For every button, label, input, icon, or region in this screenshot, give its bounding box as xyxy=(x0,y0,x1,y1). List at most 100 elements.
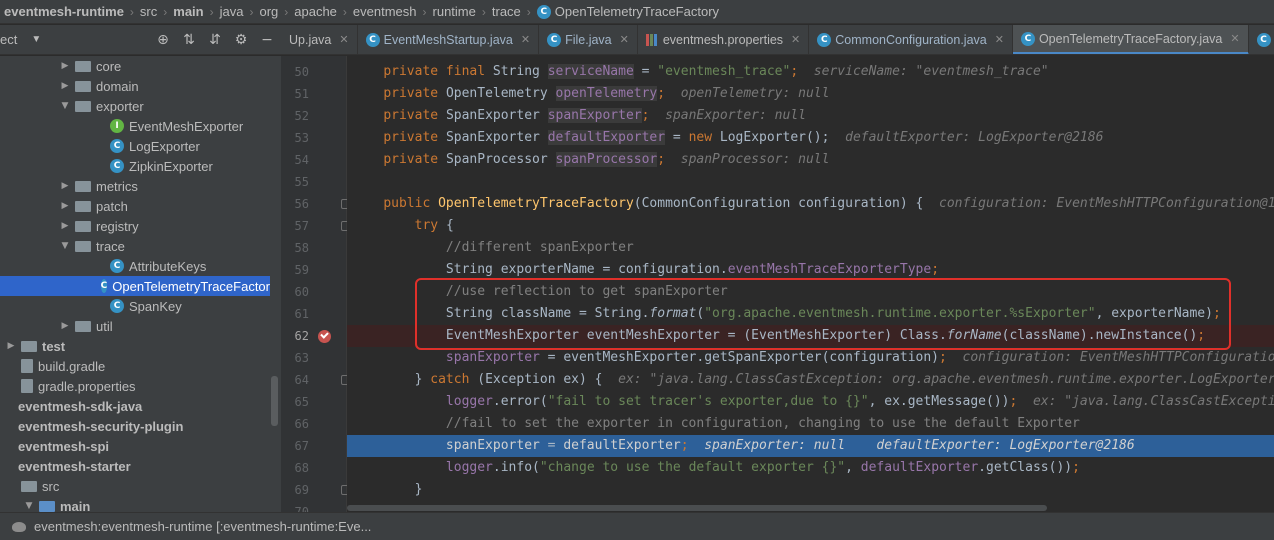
editor-tab[interactable]: eventmesh.properties ✕ xyxy=(638,25,810,54)
editor-tab[interactable]: C OpenTelemetryTraceFactory.java ✕ xyxy=(1012,25,1249,54)
chevron-right-icon[interactable]: ▶ xyxy=(58,81,72,91)
chevron-down-icon[interactable]: ▼ xyxy=(58,101,72,111)
code-token: logger xyxy=(445,460,493,475)
code-line[interactable]: public OpenTelemetryTraceFactory(CommonC… xyxy=(347,193,1274,215)
breadcrumb-item[interactable]: java xyxy=(220,4,244,19)
tree-item[interactable]: eventmesh-security-plugin xyxy=(0,416,270,436)
code-line[interactable]: private SpanProcessor spanProcessor; spa… xyxy=(347,149,1274,171)
code-token: spanExporter xyxy=(547,108,642,123)
chevron-right-icon[interactable]: ▶ xyxy=(58,221,72,231)
tree-item[interactable]: ▼ trace xyxy=(0,236,270,256)
code-token: try xyxy=(414,218,446,233)
source-folder-icon xyxy=(39,500,55,512)
tab-label: EventMeshStartup.java xyxy=(383,32,513,47)
expand-all-icon[interactable]: ⇅ xyxy=(181,32,197,48)
code-line[interactable]: //fail to set the exporter in configurat… xyxy=(347,413,1274,435)
editor-tab[interactable]: Up.java ✕ xyxy=(281,25,358,54)
tree-item[interactable]: eventmesh-spi xyxy=(0,436,270,456)
tree-item[interactable]: src xyxy=(0,476,270,496)
breadcrumb-item[interactable]: OpenTelemetryTraceFactory xyxy=(555,4,719,19)
chevron-right-icon[interactable]: ▶ xyxy=(58,61,72,71)
chevron-down-icon[interactable]: ▼ xyxy=(58,241,72,251)
tree-item[interactable]: ▶ registry xyxy=(0,216,270,236)
tree-item[interactable]: ▶ test xyxy=(0,336,270,356)
breadcrumb-separator: › xyxy=(342,4,347,19)
close-icon[interactable]: ✕ xyxy=(339,33,348,46)
tree-item[interactable]: C AttributeKeys xyxy=(0,256,270,276)
gradle-icon xyxy=(12,521,26,532)
code-line[interactable]: } xyxy=(347,479,1274,501)
breadcrumb-item[interactable]: main xyxy=(173,4,203,19)
code-token: defaultExporter xyxy=(547,130,666,145)
breadcrumb-item[interactable]: runtime xyxy=(433,4,476,19)
breadcrumb-item[interactable]: org xyxy=(259,4,278,19)
tab-label: Up.java xyxy=(289,32,332,47)
chevron-down-icon[interactable]: ▼ xyxy=(31,34,41,45)
code-token: new xyxy=(688,130,720,145)
chevron-right-icon[interactable]: ▶ xyxy=(58,321,72,331)
code-line[interactable]: } catch (Exception ex) { ex: "java.lang.… xyxy=(347,369,1274,391)
tree-scrollbar[interactable] xyxy=(271,376,278,426)
chevron-right-icon[interactable]: ▶ xyxy=(58,181,72,191)
editor-tab[interactable]: C CommonConfiguration.java ✕ xyxy=(809,25,1013,54)
tree-item[interactable]: C ZipkinExporter xyxy=(0,156,270,176)
tree-item-label: trace xyxy=(96,238,125,254)
gear-icon[interactable]: ⚙ xyxy=(233,32,249,48)
project-view-selector[interactable]: ect xyxy=(0,32,17,47)
tree-item[interactable]: ▶ util xyxy=(0,316,270,336)
locate-icon[interactable]: ⊕ xyxy=(155,32,171,48)
code-line[interactable]: //different spanExporter xyxy=(347,237,1274,259)
code-line[interactable]: logger.info("change to use the default e… xyxy=(347,457,1274,479)
tree-item[interactable]: ▼ exporter xyxy=(0,96,270,116)
code-line[interactable] xyxy=(347,171,1274,193)
breadcrumb-item[interactable]: eventmesh xyxy=(353,4,417,19)
editor-tab[interactable]: CLogExporter.ja xyxy=(1249,25,1274,54)
code-line[interactable]: private final String serviceName = "even… xyxy=(347,61,1274,83)
tree-item[interactable]: gradle.properties xyxy=(0,376,270,396)
code-line[interactable]: logger.error("fail to set tracer's expor… xyxy=(347,391,1274,413)
tree-item[interactable]: C SpanKey xyxy=(0,296,270,316)
code-token: } xyxy=(414,372,431,387)
breadcrumb-item[interactable]: apache xyxy=(294,4,337,19)
breadcrumb-item[interactable]: trace xyxy=(492,4,521,19)
collapse-all-icon[interactable]: ⇵ xyxy=(207,32,223,48)
tree-item[interactable]: eventmesh-sdk-java xyxy=(0,396,270,416)
breadcrumb-item[interactable]: eventmesh-runtime xyxy=(4,4,124,19)
close-icon[interactable]: ✕ xyxy=(995,33,1004,46)
hide-panel-icon[interactable]: − xyxy=(259,32,275,48)
chevron-right-icon[interactable]: ▶ xyxy=(4,341,18,351)
chevron-down-icon[interactable]: ▼ xyxy=(22,501,36,511)
editor-tab[interactable]: C EventMeshStartup.java ✕ xyxy=(358,25,540,54)
close-icon[interactable]: ✕ xyxy=(791,33,800,46)
tree-item[interactable]: ▶ metrics xyxy=(0,176,270,196)
close-icon[interactable]: ✕ xyxy=(620,33,629,46)
code-line[interactable]: private OpenTelemetry openTelemetry; ope… xyxy=(347,83,1274,105)
close-icon[interactable]: ✕ xyxy=(521,33,530,46)
code-line[interactable]: spanExporter = defaultExporter; spanExpo… xyxy=(347,435,1274,457)
editor-tab[interactable]: C File.java ✕ xyxy=(539,25,638,54)
close-icon[interactable]: ✕ xyxy=(1230,32,1239,45)
tree-item[interactable]: ▶ domain xyxy=(0,76,270,96)
code-line[interactable]: private SpanExporter spanExporter; spanE… xyxy=(347,105,1274,127)
code-token: //fail to set the exporter in configurat… xyxy=(445,416,1080,431)
tree-item[interactable]: ▶ core xyxy=(0,56,270,76)
tree-item[interactable]: I EventMeshExporter xyxy=(0,116,270,136)
tree-item[interactable]: build.gradle xyxy=(0,356,270,376)
breadcrumb-item[interactable]: src xyxy=(140,4,157,19)
code-line[interactable]: spanExporter = eventMeshExporter.getSpan… xyxy=(347,347,1274,369)
code-line[interactable]: private SpanExporter defaultExporter = n… xyxy=(347,127,1274,149)
tree-item[interactable]: eventmesh-starter xyxy=(0,456,270,476)
code-line[interactable]: try { xyxy=(347,215,1274,237)
tree-item[interactable]: ▼ main xyxy=(0,496,270,513)
status-text[interactable]: eventmesh:eventmesh-runtime [:eventmesh-… xyxy=(34,519,371,534)
tree-item[interactable]: C OpenTelemetryTraceFactor xyxy=(0,276,270,296)
editor-horizontal-scrollbar[interactable] xyxy=(347,505,1047,511)
tree-item[interactable]: ▶ patch xyxy=(0,196,270,216)
breakpoint-icon[interactable] xyxy=(318,330,331,343)
tree-item[interactable]: C LogExporter xyxy=(0,136,270,156)
chevron-right-icon[interactable]: ▶ xyxy=(58,201,72,211)
code-token: openTelemetry: null xyxy=(665,86,830,101)
code-token: String xyxy=(492,64,548,79)
